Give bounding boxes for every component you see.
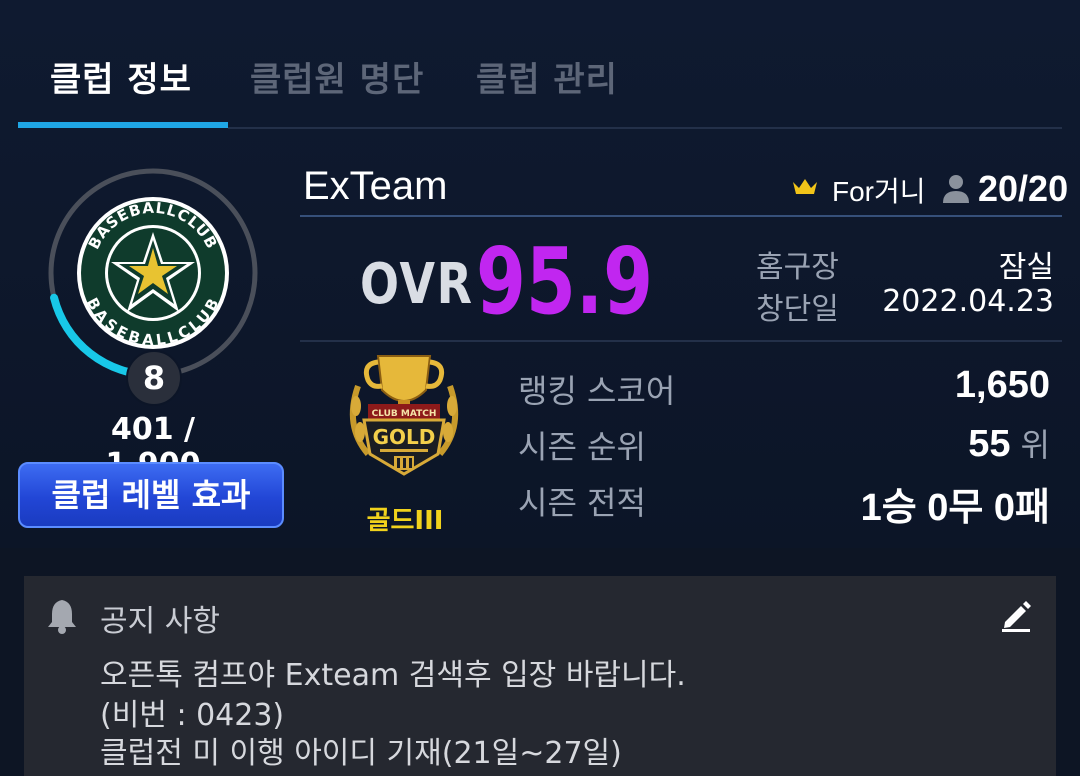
season-record-value: 1승 0무 0패 — [860, 487, 1050, 529]
baseball-club-logo: BASEBALLCLUB BASEBALLCLUB — [77, 197, 229, 349]
season-rank-value: 55 — [968, 423, 1011, 465]
club-level-badge: 8 — [126, 350, 182, 406]
ovr-label: OVR — [360, 252, 474, 317]
season-rank-unit: 위 — [1020, 427, 1050, 463]
tab-bar: 클럽 정보 클럽원 명단 클럽 관리 — [0, 0, 1080, 130]
notice-title: 공지 사항 — [100, 604, 220, 639]
bell-icon — [48, 600, 76, 634]
club-level-effect-button[interactable]: 클럽 레벨 효과 — [18, 462, 284, 528]
tier-name: 골드III — [366, 506, 444, 536]
home-stadium-value: 잠실 — [998, 250, 1054, 285]
notice-line: 클럽전 미 이행 아이디 기재(21일~27일) — [100, 736, 622, 771]
active-tab-indicator — [18, 122, 228, 128]
ranking-score-label: 랭킹 스코어 — [518, 372, 676, 410]
level-progress-ring: BASEBALLCLUB BASEBALLCLUB — [48, 168, 258, 379]
notice-line: 오픈톡 컴프야 Exteam 검색후 입장 바랍니다. — [100, 658, 686, 693]
trophy-subtext: CLUB MATCH — [372, 409, 437, 419]
edit-icon[interactable] — [1000, 598, 1032, 632]
tab-divider — [228, 127, 1062, 129]
trophy-gold-text: GOLD — [373, 425, 436, 449]
club-info-panel: 클럽 정보 클럽원 명단 클럽 관리 BASEBALLCLUB BASEBALL… — [0, 0, 1080, 548]
founded-label: 창단일 — [756, 292, 839, 327]
ovr-value: 95.9 — [476, 228, 654, 335]
member-count: 20/20 — [978, 168, 1069, 209]
season-rank-label: 시즌 순위 — [518, 428, 646, 466]
club-emblem: BASEBALLCLUB BASEBALLCLUB — [46, 166, 260, 380]
club-name: ExTeam — [303, 164, 448, 208]
gold-tier-trophy-icon: CLUB MATCH GOLD — [338, 346, 470, 484]
tab-club-members[interactable]: 클럽원 명단 — [250, 52, 424, 101]
ranking-score-value: 1,650 — [954, 364, 1050, 406]
notice-panel: 공지 사항 오픈톡 컴프야 Exteam 검색후 입장 바랍니다. (비번 : … — [24, 576, 1056, 776]
season-rank: 55 위 — [968, 420, 1050, 466]
tab-club-info[interactable]: 클럽 정보 — [50, 52, 192, 101]
stats-divider — [300, 340, 1062, 342]
home-stadium-label: 홈구장 — [756, 250, 839, 285]
club-owner-name: For거니 — [832, 176, 926, 207]
name-divider — [300, 215, 1062, 217]
tab-club-manage[interactable]: 클럽 관리 — [476, 52, 618, 101]
founded-value: 2022.04.23 — [882, 284, 1054, 319]
person-icon — [943, 175, 969, 203]
season-record-label: 시즌 전적 — [518, 484, 646, 522]
crown-icon — [793, 179, 817, 194]
